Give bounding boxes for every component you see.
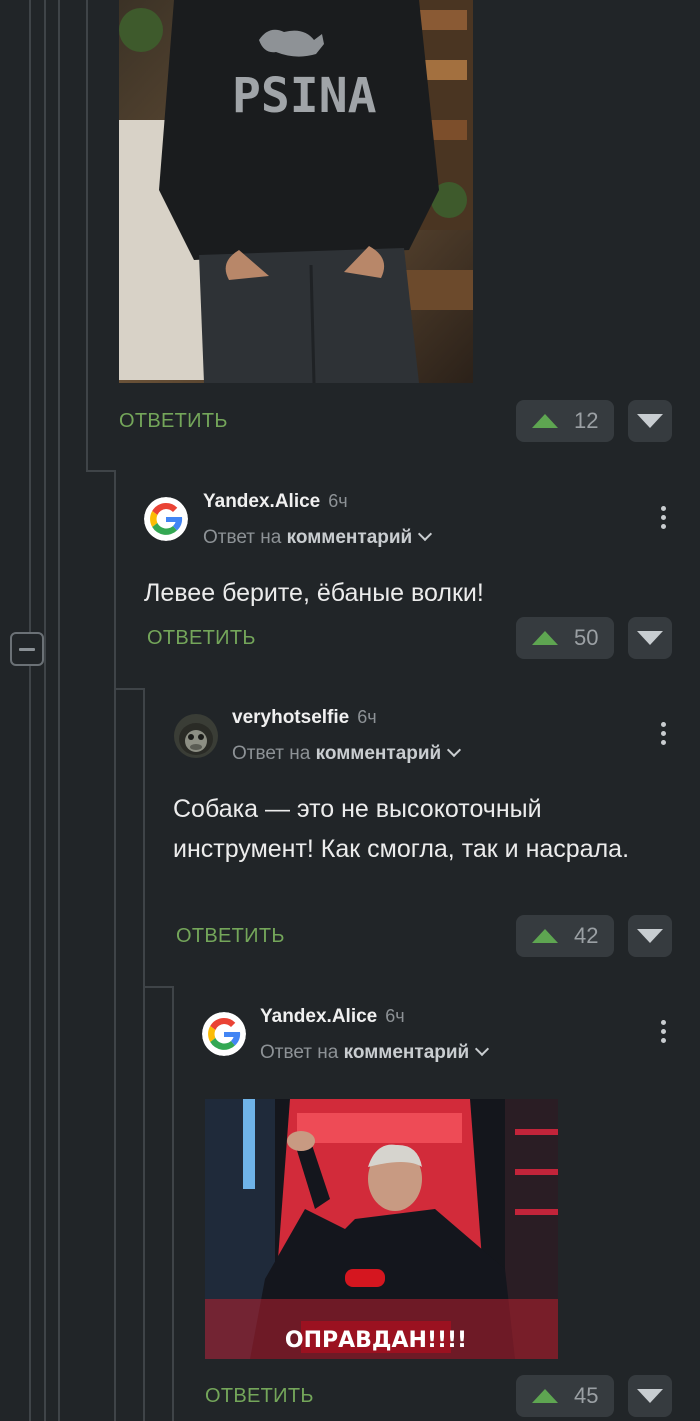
author-name[interactable]: Yandex.Alice 6ч (260, 1006, 405, 1028)
chevron-down-icon[interactable] (475, 1041, 490, 1057)
author-name[interactable]: Yandex.Alice 6ч (203, 491, 348, 513)
downvote-arrow-icon (637, 631, 663, 645)
avatar[interactable] (202, 1012, 246, 1056)
downvote-arrow-icon (637, 414, 663, 428)
monkey-avatar-icon (174, 714, 218, 758)
avatar[interactable] (144, 497, 188, 541)
comment-time: 6ч (328, 491, 348, 511)
image-caption: ОПРАВДАН!!!! (285, 1328, 467, 1353)
downvote-arrow-icon (637, 929, 663, 943)
reply-to[interactable]: Ответ на комментарий (232, 742, 462, 765)
comment-time: 6ч (385, 1006, 405, 1026)
thread-line (44, 0, 46, 1421)
comment-image[interactable]: ОПРАВДАН!!!! (205, 1099, 558, 1359)
upvote-arrow-icon (532, 631, 558, 645)
thread-line (86, 0, 88, 470)
downvote-button[interactable] (628, 617, 672, 659)
more-options-icon[interactable] (661, 722, 667, 745)
vote-count: 45 (574, 1383, 599, 1408)
upvote-button[interactable]: 45 (516, 1375, 614, 1417)
reply-button[interactable]: ОТВЕТИТЬ (147, 627, 256, 650)
reply-button[interactable]: ОТВЕТИТЬ (205, 1385, 314, 1408)
vote-count: 42 (574, 923, 599, 948)
more-options-icon[interactable] (661, 1020, 667, 1043)
upvote-button[interactable]: 50 (516, 617, 614, 659)
upvote-button[interactable]: 12 (516, 400, 614, 442)
chevron-down-icon[interactable] (418, 526, 433, 542)
thread-line (143, 688, 145, 1421)
reply-to-link[interactable]: комментарий (287, 527, 413, 548)
upvote-arrow-icon (532, 929, 558, 943)
upvote-arrow-icon (532, 1389, 558, 1403)
google-logo-icon (202, 1012, 246, 1056)
upvote-arrow-icon (532, 414, 558, 428)
downvote-button[interactable] (628, 1375, 672, 1417)
reply-to[interactable]: Ответ на комментарий (203, 526, 433, 549)
thread-connector (86, 470, 116, 472)
chevron-down-icon[interactable] (447, 742, 462, 758)
reply-to-link[interactable]: комментарий (316, 743, 442, 764)
downvote-button[interactable] (628, 400, 672, 442)
google-logo-icon (144, 497, 188, 541)
thread-line (172, 986, 174, 1421)
collapse-thread-button[interactable] (10, 632, 44, 666)
thread-line (29, 0, 31, 1421)
downvote-button[interactable] (628, 915, 672, 957)
comment-time: 6ч (357, 707, 377, 727)
downvote-arrow-icon (637, 1389, 663, 1403)
reply-button[interactable]: ОТВЕТИТЬ (176, 925, 285, 948)
thread-line (114, 470, 116, 1421)
thread-line (58, 0, 60, 1421)
reply-button[interactable]: ОТВЕТИТЬ (119, 410, 228, 433)
thread-connector (114, 688, 145, 690)
more-options-icon[interactable] (661, 506, 667, 529)
vote-count: 12 (574, 408, 599, 433)
shirt-logo-text: PSINA (232, 68, 377, 124)
thread-connector (143, 986, 174, 988)
comment-text: Собака — это не высокоточный инструмент!… (173, 795, 630, 863)
comment-text: Левее берите, ёбаные волки! (144, 579, 484, 607)
author-name[interactable]: veryhotselfie 6ч (232, 707, 377, 729)
avatar[interactable] (174, 714, 218, 758)
comment-image[interactable]: PSINA (119, 0, 473, 383)
reply-to-link[interactable]: комментарий (344, 1042, 470, 1063)
upvote-button[interactable]: 42 (516, 915, 614, 957)
reply-to[interactable]: Ответ на комментарий (260, 1041, 490, 1064)
vote-count: 50 (574, 625, 599, 650)
